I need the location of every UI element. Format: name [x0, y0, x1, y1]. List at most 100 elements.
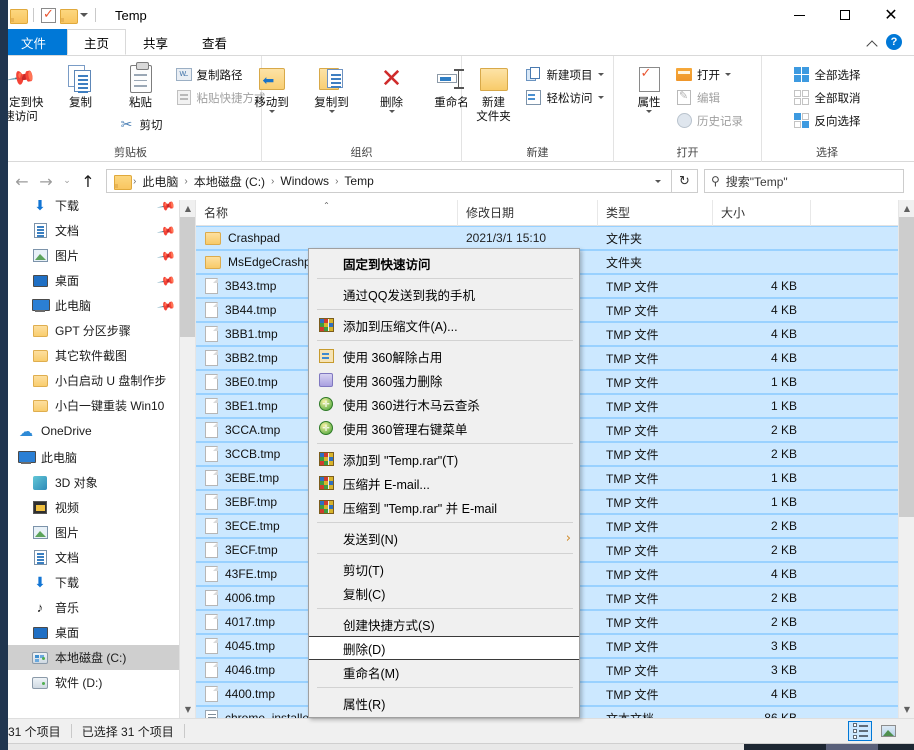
file-list-scrollbar[interactable]: ▲ ▼	[898, 200, 914, 718]
sidebar-item-downloads-pc[interactable]: ⬇ 下载	[0, 570, 180, 595]
up-button[interactable]: ↑	[76, 169, 100, 193]
breadcrumb-item-local-disk[interactable]: 本地磁盘 (C:)	[189, 173, 270, 190]
column-header-name[interactable]: ⌃ 名称	[196, 200, 458, 226]
sidebar-item-this-pc-qa[interactable]: 此电脑 📌	[0, 293, 180, 318]
context-menu-item[interactable]: 属性(R)	[309, 691, 579, 715]
pin-icon[interactable]: 📌	[156, 220, 176, 240]
sidebar-item-documents-pc[interactable]: 文档	[0, 545, 180, 570]
tab-file[interactable]: 文件	[0, 29, 67, 55]
chevron-down-icon[interactable]	[598, 73, 604, 76]
context-menu-item[interactable]: 复制(C)	[309, 581, 579, 605]
tab-view[interactable]: 查看	[185, 29, 244, 55]
scroll-down-icon[interactable]: ▼	[899, 701, 914, 718]
breadcrumb-item-temp[interactable]: Temp	[339, 174, 378, 188]
sidebar-item-music[interactable]: ♪ 音乐	[0, 595, 180, 620]
sidebar-item-onedrive[interactable]: ☁ OneDrive	[0, 418, 180, 444]
context-menu-item[interactable]: 剪切(T)	[309, 557, 579, 581]
customize-qat-chevron-icon[interactable]	[80, 13, 88, 17]
sidebar-item-win10-reinstall[interactable]: 小白一键重装 Win10	[0, 393, 180, 418]
properties-button[interactable]: 属性	[627, 59, 671, 116]
context-menu-item[interactable]: 发送到(N)›	[309, 526, 579, 550]
close-button[interactable]: ✕	[868, 0, 914, 30]
sidebar-item-videos[interactable]: 视频	[0, 495, 180, 520]
breadcrumb[interactable]: › 此电脑 › 本地磁盘 (C:) › Windows › Temp	[106, 169, 672, 193]
sidebar-item-this-pc[interactable]: 此电脑	[0, 444, 180, 470]
tab-home[interactable]: 主页	[67, 29, 126, 55]
column-header-type[interactable]: 类型	[598, 200, 713, 226]
easy-access-button[interactable]: 轻松访问	[521, 86, 609, 109]
copy-button[interactable]: 复制	[51, 59, 111, 113]
pin-icon[interactable]: 📌	[156, 295, 176, 315]
context-menu-item[interactable]: 添加到 "Temp.rar"(T)	[309, 447, 579, 471]
new-folder-icon[interactable]	[60, 9, 76, 22]
back-button[interactable]: ←	[10, 169, 34, 193]
edit-button[interactable]: 编辑	[671, 86, 748, 109]
search-input[interactable]: ⚲ 搜索"Temp"	[704, 169, 904, 193]
large-icons-view-button[interactable]	[876, 721, 900, 741]
open-button[interactable]: 打开	[671, 63, 748, 86]
table-row[interactable]: Crashpad2021/3/1 15:10文件夹	[196, 226, 898, 250]
tab-share[interactable]: 共享	[126, 29, 185, 55]
forward-button[interactable]: →	[34, 169, 58, 193]
context-menu-item[interactable]: 添加到压缩文件(A)...	[309, 313, 579, 337]
history-button[interactable]: 历史记录	[671, 109, 748, 132]
sidebar-item-pictures-pc[interactable]: 图片	[0, 520, 180, 545]
scroll-down-icon[interactable]: ▼	[180, 701, 196, 718]
breadcrumb-item-this-pc[interactable]: 此电脑	[137, 173, 183, 190]
context-menu-item[interactable]: ✛使用 360管理右键菜单	[309, 416, 579, 440]
minimize-button[interactable]	[776, 0, 822, 30]
refresh-button[interactable]: ↻	[672, 169, 698, 193]
context-menu-item[interactable]: 使用 360强力删除	[309, 368, 579, 392]
delete-button[interactable]: ✕ 删除	[362, 59, 422, 116]
maximize-button[interactable]	[822, 0, 868, 30]
context-menu-item[interactable]: 压缩并 E-mail...	[309, 471, 579, 495]
details-view-button[interactable]	[848, 721, 872, 741]
context-menu-item[interactable]: 删除(D)	[309, 636, 579, 660]
chevron-up-icon[interactable]	[867, 38, 876, 47]
chevron-down-icon[interactable]	[646, 110, 652, 113]
sidebar-item-pictures[interactable]: 图片 📌	[0, 243, 180, 268]
sidebar-item-desktop-pc[interactable]: 桌面	[0, 620, 180, 645]
select-none-button[interactable]: 全部取消	[789, 86, 866, 109]
sidebar-item-software-d[interactable]: 软件 (D:)	[0, 670, 180, 695]
move-to-button[interactable]: ⬅ 移动到	[242, 59, 302, 116]
pin-icon[interactable]: 📌	[156, 245, 176, 265]
context-menu-item[interactable]: 创建快捷方式(S)	[309, 612, 579, 636]
scroll-up-icon[interactable]: ▲	[180, 200, 196, 217]
recent-locations-button[interactable]: ⌄	[58, 169, 76, 193]
sidebar-item-documents[interactable]: 文档 📌	[0, 218, 180, 243]
column-header-date[interactable]: 修改日期	[458, 200, 598, 226]
context-menu-item[interactable]: 使用 360解除占用	[309, 344, 579, 368]
column-header-size[interactable]: 大小	[713, 200, 811, 226]
properties-icon[interactable]	[41, 8, 56, 23]
sidebar-item-downloads[interactable]: ⬇ 下载 📌	[0, 200, 180, 218]
sidebar-item-local-disk-c[interactable]: 本地磁盘 (C:)	[0, 645, 180, 670]
pin-icon[interactable]: 📌	[156, 200, 176, 216]
pin-icon[interactable]: 📌	[156, 270, 176, 290]
breadcrumb-item-windows[interactable]: Windows	[275, 174, 334, 188]
chevron-down-icon[interactable]	[598, 96, 604, 99]
invert-selection-button[interactable]: 反向选择	[789, 109, 866, 132]
chevron-down-icon[interactable]	[725, 73, 731, 76]
chevron-down-icon[interactable]	[329, 110, 335, 113]
context-menu-item[interactable]: ✛使用 360进行木马云查杀	[309, 392, 579, 416]
scroll-up-icon[interactable]: ▲	[899, 200, 914, 217]
help-icon[interactable]: ?	[886, 34, 902, 50]
sidebar-item-gpt-steps[interactable]: GPT 分区步骤	[0, 318, 180, 343]
copy-to-button[interactable]: 复制到	[302, 59, 362, 116]
paste-button[interactable]: 粘贴	[111, 59, 171, 113]
select-all-button[interactable]: 全部选择	[789, 63, 866, 86]
sidebar-item-usb-steps[interactable]: 小白启动 U 盘制作步	[0, 368, 180, 393]
cut-button[interactable]: ✂ 剪切	[114, 113, 168, 136]
scrollbar-thumb[interactable]	[180, 217, 196, 337]
chevron-down-icon[interactable]	[647, 170, 669, 192]
scrollbar-thumb[interactable]	[899, 217, 914, 517]
sidebar-item-other-screenshots[interactable]: 其它软件截图	[0, 343, 180, 368]
context-menu-item[interactable]: 通过QQ发送到我的手机	[309, 282, 579, 306]
new-folder-button[interactable]: 新建 文件夹	[467, 59, 521, 128]
new-item-button[interactable]: 新建项目	[521, 63, 609, 86]
sidebar-item-desktop[interactable]: 桌面 📌	[0, 268, 180, 293]
chevron-down-icon[interactable]	[389, 110, 395, 113]
context-menu-item[interactable]: 重命名(M)	[309, 660, 579, 684]
sidebar-item-3d-objects[interactable]: 3D 对象	[0, 470, 180, 495]
